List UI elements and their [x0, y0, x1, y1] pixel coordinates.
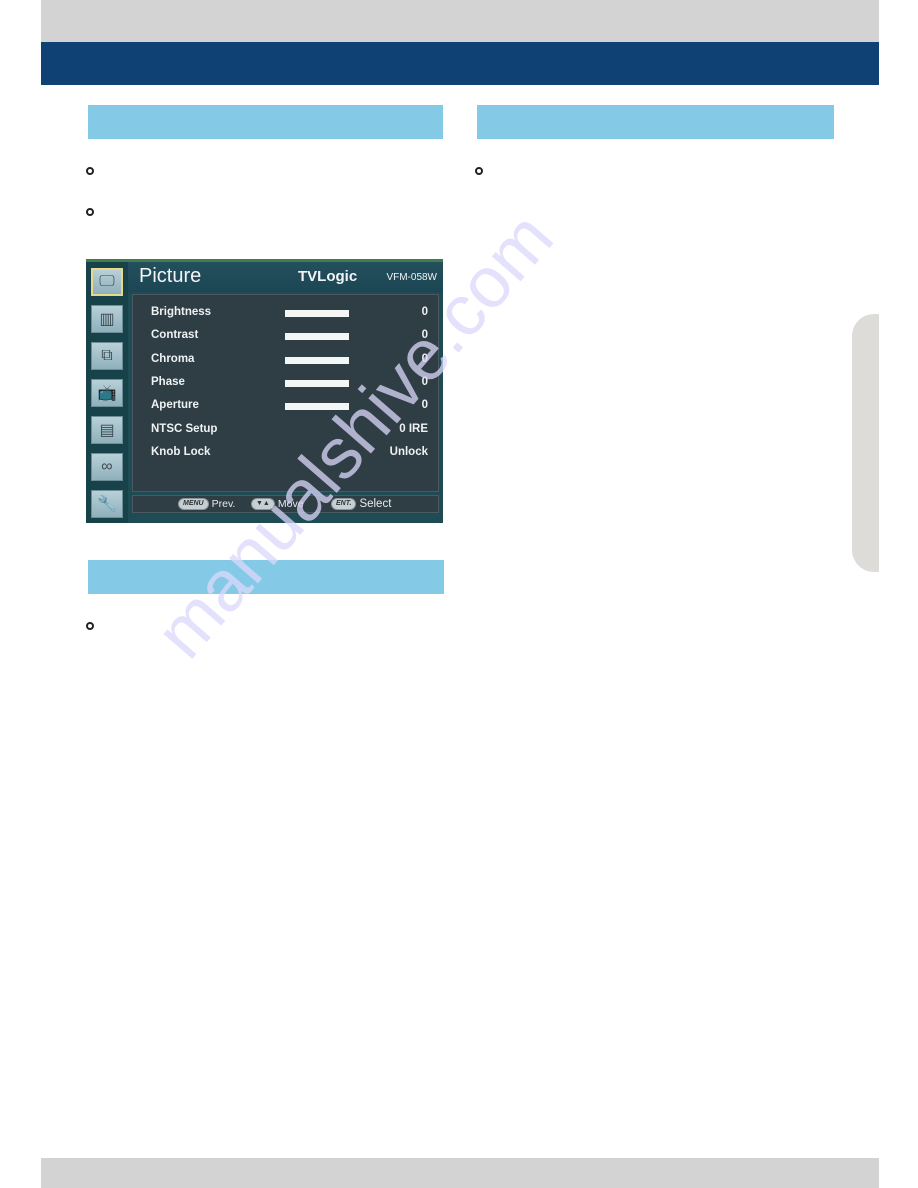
slider-fill: [285, 403, 349, 410]
setting-label: Phase: [151, 376, 185, 388]
setting-label: Chroma: [151, 353, 195, 365]
section-header-left-top: [88, 105, 443, 139]
osd-row-ntsc-setup[interactable]: NTSC Setup 0 IRE: [151, 421, 428, 439]
waveform-icon[interactable]: ▤: [91, 416, 123, 444]
setting-slider[interactable]: [285, 380, 349, 387]
setting-value: 0: [421, 376, 428, 388]
osd-row-aperture[interactable]: Aperture 0: [151, 397, 428, 415]
menu-key-icon: MENU: [178, 498, 209, 510]
hint-select: ENT. Select: [331, 498, 391, 510]
slider-fill: [285, 333, 349, 340]
enter-key-icon: ENT.: [331, 498, 357, 510]
setting-label: Contrast: [151, 329, 199, 341]
setting-value: 0: [421, 329, 428, 341]
monitor-icon[interactable]: 🖵: [91, 268, 123, 296]
color-bars-icon[interactable]: ▥: [91, 305, 123, 333]
hint-move: ▼▲ Move: [251, 498, 304, 510]
antenna-tv-icon[interactable]: 📺: [91, 379, 123, 407]
setting-value: Unlock: [389, 446, 428, 458]
osd-row-knob-lock[interactable]: Knob Lock Unlock: [151, 444, 428, 462]
osd-row-brightness[interactable]: Brightness 0: [151, 304, 428, 322]
osd-picture-menu-screenshot: 🖵 ▥ ⧉ 📺 ▤ ∞ 🔧 Picture TVLogic VFM-058W B…: [86, 259, 443, 523]
top-header-band: [41, 0, 879, 42]
multi-screen-icon[interactable]: ⧉: [91, 342, 123, 370]
setting-value: 0: [421, 399, 428, 411]
setting-value: 0: [421, 353, 428, 365]
wrench-icon[interactable]: 🔧: [91, 490, 123, 518]
section-header-right-top: [477, 105, 834, 139]
osd-menu-title: Picture: [139, 265, 202, 287]
osd-row-chroma[interactable]: Chroma 0: [151, 351, 428, 369]
hint-label: Prev.: [211, 498, 236, 510]
osd-footer-hints: MENU Prev. ▼▲ Move ENT. Select: [132, 495, 439, 513]
setting-slider[interactable]: [285, 310, 349, 317]
osd-row-contrast[interactable]: Contrast 0: [151, 327, 428, 345]
setting-value: 0 IRE: [399, 423, 428, 435]
osd-settings-panel: Brightness 0 Contrast 0 Chroma 0 Phase 0…: [132, 294, 439, 492]
osd-header: Picture TVLogic VFM-058W: [128, 262, 443, 292]
speakers-icon[interactable]: ∞: [91, 453, 123, 481]
slider-fill: [285, 310, 349, 317]
setting-label: Brightness: [151, 306, 212, 318]
setting-slider[interactable]: [285, 357, 349, 364]
setting-label: Aperture: [151, 399, 199, 411]
bullet-icon: [86, 208, 94, 216]
bullet-icon: [86, 622, 94, 630]
hint-prev: MENU Prev.: [178, 498, 235, 510]
chapter-side-tab: [852, 314, 879, 572]
setting-slider[interactable]: [285, 403, 349, 410]
hint-label: Move: [277, 498, 304, 510]
section-header-left-bottom: [88, 560, 444, 594]
setting-slider[interactable]: [285, 333, 349, 340]
setting-label: Knob Lock: [151, 446, 211, 458]
hint-label: Select: [359, 498, 392, 510]
up-down-key-icon: ▼▲: [251, 498, 275, 510]
bottom-footer-band: [41, 1158, 879, 1188]
osd-brand-logo: TVLogic: [298, 268, 358, 285]
slider-fill: [285, 357, 349, 364]
setting-value: 0: [421, 306, 428, 318]
bullet-icon: [475, 167, 483, 175]
osd-model-name: VFM-058W: [386, 272, 437, 283]
osd-row-phase[interactable]: Phase 0: [151, 374, 428, 392]
setting-label: NTSC Setup: [151, 423, 218, 435]
bullet-icon: [86, 167, 94, 175]
chapter-title-band: [41, 42, 879, 85]
slider-fill: [285, 380, 349, 387]
osd-sidebar: 🖵 ▥ ⧉ 📺 ▤ ∞ 🔧: [86, 262, 128, 523]
